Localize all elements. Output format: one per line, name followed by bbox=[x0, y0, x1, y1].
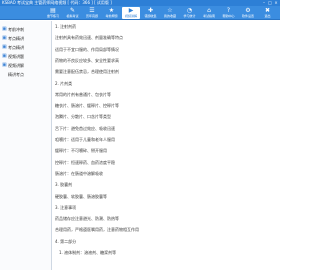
toolbar-button-label: 模拟考试 bbox=[66, 14, 79, 18]
toolbar-button-mock-exam[interactable]: ✎ 模拟考试 bbox=[64, 7, 82, 19]
chapter-practice-icon: ▤ bbox=[50, 7, 56, 14]
toolbar-button-favorites[interactable]: ☆ 我的收藏 bbox=[161, 7, 179, 19]
toolbar-button-pre-exam[interactable]: ★ 考前押题 bbox=[103, 7, 121, 19]
text-line: 1. 注射剂药 bbox=[55, 24, 77, 29]
sidebar-item-label: 考点精讲 bbox=[8, 35, 24, 41]
pre-exam-icon: ★ bbox=[108, 7, 115, 14]
text-line: 3. 胶囊剂 bbox=[55, 182, 73, 188]
folder-icon: ▣ bbox=[2, 53, 7, 59]
sidebar-item[interactable]: ▣ 视频讲题 bbox=[2, 53, 24, 60]
toolbar-button-label: 学习统计 bbox=[183, 14, 196, 18]
text-line: 舌下片：避免首过效应、吸收迅速 bbox=[55, 125, 115, 131]
toolbar-button-label: 考前押题 bbox=[105, 14, 118, 18]
sidebar-item-label: 考前冲刺 bbox=[8, 26, 24, 32]
text-line: 2. 片剂类 bbox=[55, 80, 73, 86]
sidebar-item-label: 精讲考点 bbox=[8, 71, 24, 77]
help-center-icon: ? bbox=[226, 7, 231, 14]
toolbar-button-label: 软件设置 bbox=[241, 14, 254, 18]
text-line: 控释片：恒速释药、血药浓度平稳 bbox=[55, 159, 115, 165]
toolbar-button-label: 帮助中心 bbox=[222, 14, 235, 18]
close-icon[interactable]: × bbox=[274, 1, 278, 5]
video-lecture-icon: ▶ bbox=[128, 7, 134, 14]
toolbar-button-help-center[interactable]: ? 帮助中心 bbox=[220, 7, 238, 19]
window-controls: – □ × bbox=[262, 1, 278, 5]
sidebar-item[interactable]: 精讲考点 bbox=[8, 71, 24, 78]
text-line: 常用的片剂有普通片、包衣片等 bbox=[55, 91, 111, 97]
exam-guide-icon: ⌂ bbox=[207, 7, 211, 14]
study-stats-icon: ◔ bbox=[186, 7, 193, 14]
main-toolbar: ▤ 章节练习 ✎ 模拟考试 ☰ 历年真题 ★ 考前押题 ▶ 视频讲解 ✚ 错题收集 ☆ 我的收藏 ◔ 学习统计… bbox=[0, 6, 280, 20]
maximize-icon[interactable]: □ bbox=[268, 1, 272, 5]
text-line: 1. 液体制剂：溶液剂、糖浆剂等 bbox=[59, 250, 117, 255]
sidebar-item-label: 视频讲题 bbox=[8, 53, 24, 59]
text-line: 药物的不良反应较多、安全性要求高 bbox=[55, 57, 119, 63]
folder-icon: ▣ bbox=[2, 44, 7, 50]
toolbar-button-label: 历年真题 bbox=[85, 14, 98, 18]
toolbar-button-wrong-questions[interactable]: ✚ 错题收集 bbox=[142, 7, 160, 19]
text-line: 注射剂具有药效迅速、剂量准确等特点 bbox=[55, 35, 123, 41]
sidebar-item[interactable]: ▣ 视频讲解 bbox=[2, 62, 24, 69]
mock-exam-icon: ✎ bbox=[69, 7, 76, 14]
text-line: 3. 注意事项 bbox=[55, 204, 77, 210]
folder-icon: ▣ bbox=[2, 35, 7, 41]
sidebar-item-label: 考点精讲 bbox=[8, 44, 24, 50]
text-line: 需要注意配伍禁忌，合理使用注射剂 bbox=[55, 69, 119, 75]
minimize-icon[interactable]: – bbox=[262, 1, 266, 5]
sidebar-item[interactable]: ▣ 考前冲刺 bbox=[2, 26, 24, 33]
toolbar-button-label: 考试指南 bbox=[202, 14, 215, 18]
text-line: 糖衣片、肠溶片、缓释片、控释片等 bbox=[55, 103, 119, 109]
sidebar: ▣ 考前冲刺 ▣ 考点精讲 ▣ 考点精讲 ▣ 视频讲题 ▣ 视频讲解 精讲考点 bbox=[0, 21, 52, 270]
folder-icon: ▣ bbox=[2, 26, 7, 32]
folder-icon: ▣ bbox=[2, 62, 7, 68]
toolbar-button-label: 视频讲解 bbox=[124, 14, 137, 18]
lecture-text: 1. 注射剂药注射剂具有药效迅速、剂量准确等特点 适用于不宜口服的、作用局部等情况… bbox=[55, 22, 277, 268]
text-line: 肠溶片：在肠道中溶解吸收 bbox=[55, 170, 103, 176]
text-line: 4. 第二部分 bbox=[55, 238, 77, 244]
text-line: 泡腾片、分散片、口含片等类型 bbox=[55, 114, 111, 120]
favorites-icon: ☆ bbox=[167, 7, 173, 14]
sidebar-item-label: 视频讲解 bbox=[8, 62, 24, 68]
toolbar-button-chapter-practice[interactable]: ▤ 章节练习 bbox=[44, 7, 62, 19]
settings-icon: ⚙ bbox=[245, 7, 251, 14]
sidebar-item[interactable]: ▣ 考点精讲 bbox=[2, 35, 24, 42]
exit-icon: ✖ bbox=[264, 7, 271, 14]
past-papers-icon: ☰ bbox=[89, 7, 95, 14]
toolbar-button-label: 退出 bbox=[264, 14, 271, 18]
toolbar-button-exam-guide[interactable]: ⌂ 考试指南 bbox=[200, 7, 218, 19]
toolbar-button-label: 错题收集 bbox=[144, 14, 157, 18]
toolbar-button-label: 我的收藏 bbox=[163, 14, 176, 18]
text-line: 药品储存应注意避光、防潮、防热等 bbox=[55, 216, 119, 222]
toolbar-button-label: 章节练习 bbox=[46, 14, 59, 18]
toolbar-button-exit[interactable]: ✖ 退出 bbox=[259, 7, 277, 19]
toolbar-button-study-stats[interactable]: ◔ 学习统计 bbox=[181, 7, 199, 19]
text-line: 硬胶囊、软胶囊、肠溶胶囊等 bbox=[55, 193, 107, 199]
toolbar-button-video-lecture[interactable]: ▶ 视频讲解 bbox=[122, 7, 140, 19]
toolbar-button-past-papers[interactable]: ☰ 历年真题 bbox=[83, 7, 101, 19]
sidebar-item[interactable]: ▣ 考点精讲 bbox=[2, 44, 24, 51]
text-line: 缓释片：不可嚼碎、掰开服用 bbox=[55, 148, 107, 154]
text-line: 适用于不宜口服的、作用局部等情况 bbox=[55, 46, 119, 52]
text-line: 合理用药，严格遵医嘱用药，注意药物相互作用 bbox=[55, 227, 139, 233]
text-line: 咀嚼片：适用于儿童和老年人服用 bbox=[55, 137, 115, 142]
wrong-questions-icon: ✚ bbox=[147, 7, 154, 14]
toolbar-button-settings[interactable]: ⚙ 软件设置 bbox=[239, 7, 257, 19]
